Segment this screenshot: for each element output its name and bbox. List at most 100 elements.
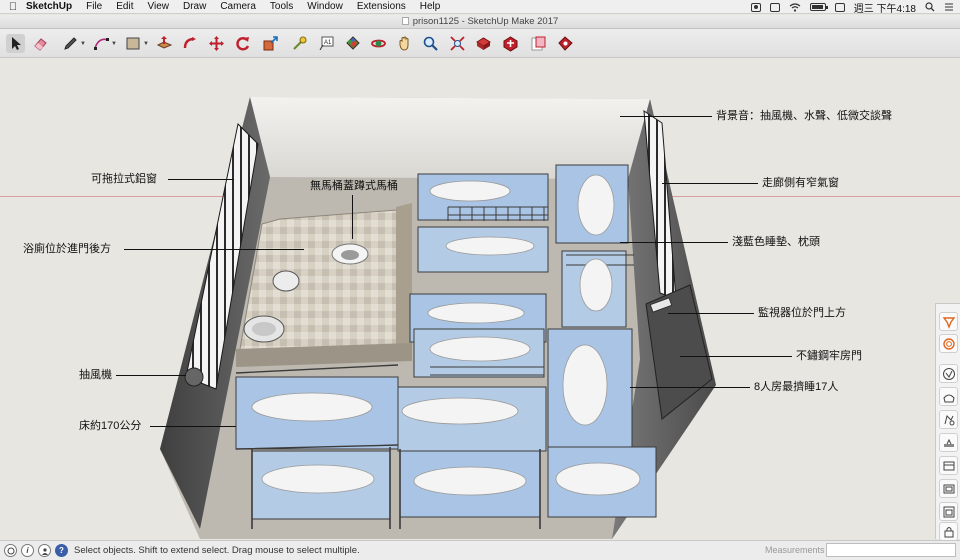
arc-tool-button[interactable]: ▼ bbox=[92, 34, 117, 53]
menu-help[interactable]: Help bbox=[420, 1, 441, 12]
menu-extensions[interactable]: Extensions bbox=[357, 1, 406, 12]
svg-text:A1: A1 bbox=[324, 40, 332, 46]
leader-camera bbox=[668, 313, 754, 314]
app-menu[interactable]: SketchUp bbox=[26, 1, 72, 12]
measurements-input[interactable] bbox=[826, 543, 956, 557]
prison-cell-model[interactable] bbox=[0, 59, 960, 540]
tray-styles-button[interactable] bbox=[939, 312, 958, 331]
pan-icon bbox=[399, 36, 409, 51]
push-pull-tool-button[interactable] bbox=[155, 34, 174, 53]
follow-me-tool-button[interactable] bbox=[181, 34, 200, 53]
orbit-tool-button[interactable] bbox=[369, 34, 388, 53]
menu-view[interactable]: View bbox=[147, 1, 169, 12]
layers-icon bbox=[943, 484, 954, 493]
arc-icon bbox=[94, 38, 109, 50]
scale-tool-button[interactable] bbox=[261, 34, 280, 53]
move-tool-button[interactable] bbox=[207, 34, 226, 53]
pencil-icon bbox=[64, 37, 77, 50]
wifi-icon[interactable] bbox=[789, 2, 801, 12]
annotation-corridor-window[interactable]: 走廊側有窄氣窗 bbox=[762, 177, 839, 189]
document-icon bbox=[401, 17, 409, 25]
push-pull-icon bbox=[156, 36, 173, 49]
user-icon[interactable] bbox=[38, 544, 51, 557]
rotate-icon bbox=[236, 37, 250, 51]
text-tool-button[interactable]: A1 bbox=[317, 34, 336, 53]
pencil-tool-button[interactable]: ▼ bbox=[61, 34, 86, 53]
tray-layers-button[interactable] bbox=[939, 479, 958, 498]
eraser-tool-button[interactable] bbox=[31, 34, 50, 53]
leader-bathroom bbox=[124, 249, 304, 250]
annotation-exhaust-fan[interactable]: 抽風機 bbox=[79, 369, 112, 381]
chevron-down-icon[interactable]: ▼ bbox=[111, 41, 117, 47]
window-title-bar[interactable]: prison1125 - SketchUp Make 2017 bbox=[0, 15, 960, 29]
leader-squat-toilet bbox=[352, 195, 353, 239]
tray-outliner-button[interactable] bbox=[939, 502, 958, 521]
layout-tool-button[interactable] bbox=[529, 34, 548, 53]
annotation-background-sound[interactable]: 背景音：抽風機、水聲、低微交談聲 bbox=[716, 110, 892, 122]
3d-warehouse-tool-button[interactable] bbox=[474, 34, 493, 53]
record-icon[interactable] bbox=[750, 2, 761, 12]
select-icon bbox=[12, 37, 21, 50]
menu-edit[interactable]: Edit bbox=[116, 1, 133, 12]
outliner-icon bbox=[943, 506, 954, 517]
menu-tools[interactable]: Tools bbox=[270, 1, 293, 12]
menu-camera[interactable]: Camera bbox=[220, 1, 256, 12]
input-method-icon[interactable] bbox=[834, 2, 845, 12]
info-icon[interactable]: i bbox=[21, 544, 34, 557]
model-viewport[interactable]: 背景音：抽風機、水聲、低微交談聲 走廊側有窄氣窗 可拖拉式鋁窗 無馬桶蓋蹲式馬桶… bbox=[0, 59, 960, 540]
materials-icon bbox=[942, 394, 955, 402]
leader-steel-door bbox=[680, 356, 792, 357]
leader-bed-size bbox=[150, 426, 236, 427]
annotation-bathroom[interactable]: 浴廁位於進門後方 bbox=[23, 243, 111, 255]
sketchup-app:  SketchUp File Edit View Draw Camera To… bbox=[0, 0, 960, 560]
tape-measure-tool-button[interactable] bbox=[290, 34, 309, 53]
tray-instructor-button[interactable] bbox=[939, 364, 958, 383]
geo-location-icon[interactable] bbox=[4, 544, 17, 557]
tray-shadows-button[interactable] bbox=[939, 433, 958, 452]
user-silhouette-icon bbox=[41, 547, 48, 555]
sync-icon[interactable] bbox=[769, 2, 780, 12]
scenes-icon bbox=[943, 461, 954, 470]
leader-exhaust-fan bbox=[116, 375, 186, 376]
rotate-tool-button[interactable] bbox=[233, 34, 252, 53]
tray-components-button[interactable] bbox=[939, 334, 958, 353]
status-bar: i ? Select objects. Shift to extend sele… bbox=[0, 540, 960, 560]
pan-tool-button[interactable] bbox=[395, 34, 414, 53]
layout-icon bbox=[531, 36, 546, 51]
paint-bucket-tool-button[interactable] bbox=[343, 34, 362, 53]
tray-lock-button[interactable] bbox=[939, 522, 958, 541]
tray-scenes-button[interactable] bbox=[939, 456, 958, 475]
tray-materials-button[interactable] bbox=[939, 387, 958, 406]
help-icon[interactable]: ? bbox=[55, 544, 68, 557]
notification-center-icon[interactable] bbox=[944, 2, 954, 12]
rectangle-tool-button[interactable]: ▼ bbox=[124, 34, 149, 53]
battery-icon[interactable] bbox=[809, 3, 828, 11]
menu-window[interactable]: Window bbox=[307, 1, 343, 12]
leader-sliding-window bbox=[168, 179, 234, 180]
spotlight-search-icon[interactable] bbox=[925, 2, 935, 12]
annotation-steel-door[interactable]: 不鏽鋼牢房門 bbox=[796, 350, 862, 362]
leader-background-sound bbox=[620, 116, 712, 117]
annotation-capacity[interactable]: 8人房最擠睡17人 bbox=[754, 381, 838, 393]
annotation-mattress[interactable]: 淺藍色睡墊、枕頭 bbox=[732, 236, 820, 248]
annotation-camera[interactable]: 監視器位於門上方 bbox=[758, 307, 846, 319]
chevron-down-icon[interactable]: ▼ bbox=[80, 41, 86, 47]
zoom-extents-tool-button[interactable] bbox=[448, 34, 467, 53]
annotation-bed-size[interactable]: 床約170公分 bbox=[79, 420, 141, 432]
extension-warehouse-tool-button[interactable] bbox=[501, 34, 520, 53]
components-icon bbox=[942, 337, 955, 350]
clock[interactable]: 週三 下午4:18 bbox=[854, 0, 916, 15]
menu-draw[interactable]: Draw bbox=[183, 1, 206, 12]
menu-file[interactable]: File bbox=[86, 1, 102, 12]
chevron-down-icon[interactable]: ▼ bbox=[143, 41, 149, 47]
annotation-squat-toilet[interactable]: 無馬桶蓋蹲式馬桶 bbox=[310, 180, 398, 192]
apple-icon[interactable]:  bbox=[0, 1, 26, 13]
annotation-sliding-window[interactable]: 可拖拉式鋁窗 bbox=[91, 173, 157, 185]
extension-manager-tool-button[interactable] bbox=[556, 34, 575, 53]
select-tool-button[interactable] bbox=[6, 34, 25, 53]
zoom-tool-button[interactable] bbox=[421, 34, 440, 53]
tray-entity-info-button[interactable] bbox=[939, 410, 958, 429]
help-glyph: ? bbox=[59, 546, 64, 555]
leader-capacity bbox=[630, 387, 750, 388]
leader-corridor-window bbox=[662, 183, 758, 184]
